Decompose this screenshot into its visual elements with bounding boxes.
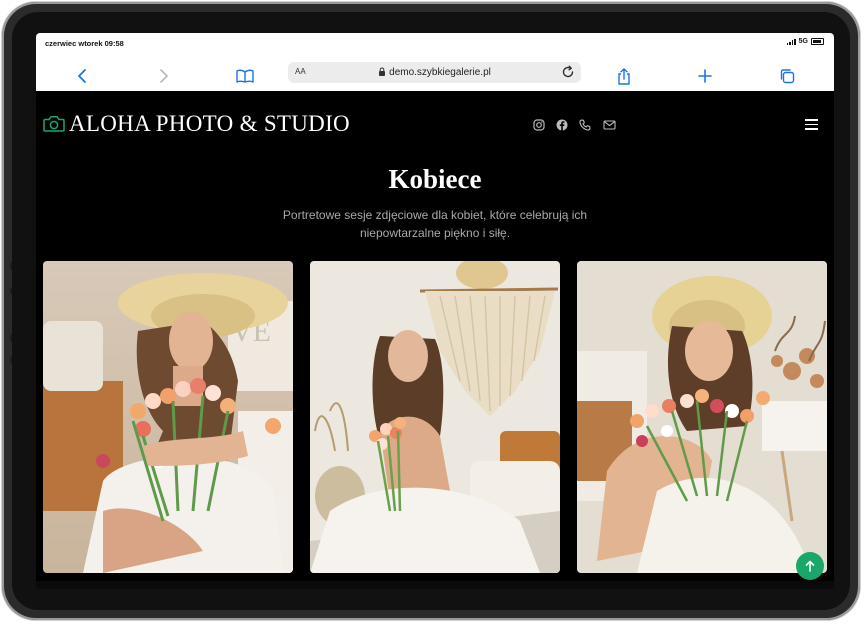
camera-logo-icon[interactable] [43, 115, 65, 137]
lock-icon [379, 67, 386, 76]
forward-icon[interactable] [154, 66, 174, 86]
menu-button[interactable] [805, 119, 818, 130]
screen: czerwiec wtorek 09:58 5G AA demo.szybkie… [36, 33, 834, 589]
reload-icon[interactable] [561, 65, 575, 84]
bookmarks-icon[interactable] [235, 66, 255, 86]
tabs-icon[interactable] [777, 66, 797, 86]
signal-icon [786, 38, 796, 45]
phone-icon[interactable] [579, 118, 591, 136]
page-bottom [36, 581, 834, 589]
gallery-photo-woman-hat-smiling[interactable] [577, 261, 827, 573]
share-icon[interactable] [614, 66, 634, 86]
arrow-up-icon [805, 560, 815, 572]
page-subtitle: Portretowe sesje zdjęciowe dla kobiet, k… [282, 208, 588, 240]
browser-toolbar: czerwiec wtorek 09:58 5G AA demo.szybkie… [36, 33, 834, 91]
url-display[interactable]: demo.szybkiegalerie.pl [288, 67, 581, 78]
instagram-icon[interactable] [533, 118, 545, 136]
menu-line [805, 128, 818, 130]
facebook-icon[interactable] [556, 118, 568, 136]
gallery-photo-woman-sitting-macrame[interactable] [310, 261, 560, 573]
battery-icon [811, 38, 824, 45]
mail-icon[interactable] [603, 118, 616, 136]
site-header: ALOHA PHOTO & STUDIO [36, 91, 834, 161]
url-text: demo.szybkiegalerie.pl [389, 67, 491, 78]
new-tab-icon[interactable] [695, 66, 715, 86]
menu-line [805, 123, 818, 126]
network-label: 5G [798, 38, 808, 45]
scroll-to-top-button[interactable] [796, 552, 824, 580]
site-logo[interactable]: ALOHA PHOTO & STUDIO [69, 111, 350, 137]
back-icon[interactable] [72, 66, 92, 86]
status-indicators: 5G [786, 38, 824, 45]
gallery-photo-woman-hat-tulips[interactable]: VE [43, 261, 293, 573]
address-bar[interactable]: AA demo.szybkiegalerie.pl [288, 62, 581, 83]
status-time: czerwiec wtorek 09:58 [45, 39, 124, 48]
menu-line [805, 119, 818, 121]
page-title: Kobiece [388, 164, 482, 194]
